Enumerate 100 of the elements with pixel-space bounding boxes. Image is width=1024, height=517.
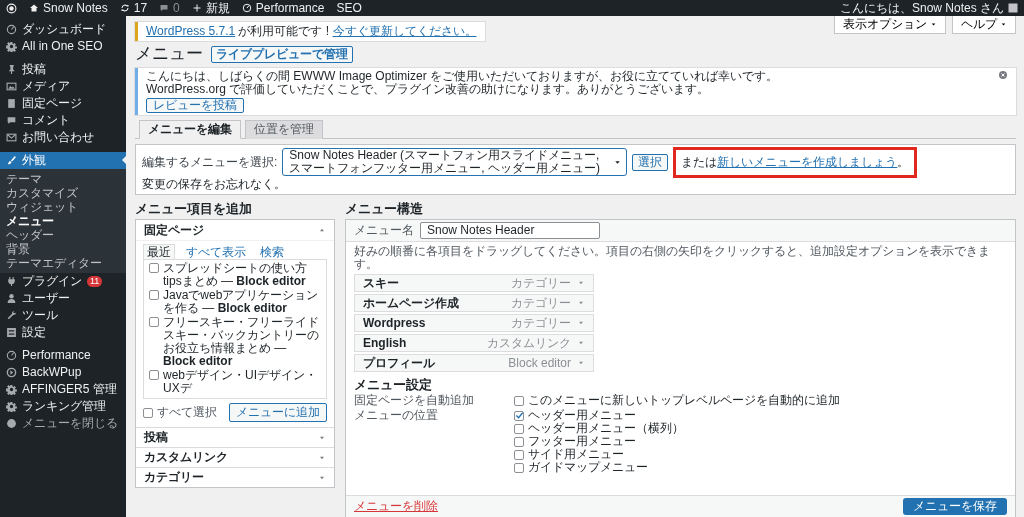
gear-icon — [6, 401, 17, 412]
caret-icon — [930, 21, 937, 28]
site-link[interactable]: Snow Notes — [29, 1, 108, 15]
section-heading: メニュー項目を追加 — [135, 201, 253, 216]
new-link[interactable]: 新規 — [191, 1, 230, 15]
menu-item[interactable]: スキー カテゴリー — [354, 274, 594, 292]
submenu-item[interactable]: テーマエディター — [0, 256, 126, 270]
menu-item[interactable]: ホームページ作成 カテゴリー — [354, 294, 594, 312]
submenu-item[interactable]: メニュー — [0, 214, 126, 228]
checkbox-label: このメニューに新しいトップレベルページを自動的に追加 — [528, 394, 840, 407]
tab[interactable]: 位置を管理 — [245, 120, 323, 139]
sidebar-item[interactable]: ユーザー — [0, 290, 126, 307]
sidebar-item[interactable]: ツール — [0, 307, 126, 324]
menu-item[interactable]: Wordpress カテゴリー — [354, 314, 594, 332]
checkbox[interactable] — [149, 370, 159, 380]
sidebar-item[interactable]: BackWPup — [0, 364, 126, 381]
tab-button[interactable]: ヘルプ — [952, 16, 1016, 34]
sidebar-item[interactable]: プラグイン 11 — [0, 273, 126, 290]
save-menu-button[interactable]: メニューを保存 — [903, 498, 1007, 515]
accordion-header[interactable]: カテゴリー — [136, 467, 334, 487]
sidebar-item[interactable]: 外観 — [0, 152, 126, 169]
section-heading: メニュー設定 — [354, 377, 433, 392]
hint-text: または新しいメニューを作成しましょう。 — [681, 154, 910, 169]
sidebar-item[interactable]: メニューを閉じる — [0, 415, 126, 432]
count-badge: 11 — [87, 276, 103, 287]
caret-icon — [318, 226, 326, 234]
select-button[interactable]: 選択 — [632, 153, 669, 171]
person-icon — [6, 293, 17, 304]
add-to-menu-button[interactable]: メニューに追加 — [229, 403, 327, 422]
comments-link[interactable]: 0 — [159, 1, 180, 15]
accordion-title: カスタムリンク — [144, 451, 228, 464]
close-icon[interactable] — [998, 70, 1008, 80]
menu-item[interactable]: プロフィール Block editor — [354, 354, 594, 372]
checkbox[interactable] — [514, 395, 524, 406]
select-label: 編集するメニューを選択: — [142, 155, 278, 169]
caret-icon — [577, 299, 585, 307]
sidebar-item[interactable]: All in One SEO — [0, 38, 126, 55]
logo-icon — [6, 2, 17, 14]
sidebar-item[interactable]: コメント — [0, 112, 126, 129]
create-menu-link[interactable]: 新しいメニューを作成しましょう — [717, 154, 898, 169]
gauge-icon — [6, 24, 17, 35]
checkbox-label: サイド用メニュー — [528, 448, 624, 461]
checkbox[interactable] — [514, 449, 524, 460]
hint-text: 変更の保存をお忘れなく。 — [142, 178, 286, 191]
version-link[interactable]: WordPress 5.7.1 — [146, 24, 236, 38]
delete-menu-link[interactable]: メニューを削除 — [354, 500, 438, 513]
checkbox[interactable] — [149, 290, 159, 300]
checkbox[interactable] — [514, 462, 524, 473]
sidebar-item[interactable]: メディア — [0, 78, 126, 95]
refresh-icon — [119, 3, 130, 13]
submenu-item[interactable]: テーマ — [0, 172, 126, 186]
sidebar-item[interactable]: AFFINGER5 管理 — [0, 381, 126, 398]
checkbox[interactable] — [149, 263, 159, 273]
tab-button[interactable]: 表示オプション — [834, 16, 946, 34]
submenu-item[interactable]: カスタマイズ — [0, 186, 126, 200]
submenu-item[interactable]: 背景 — [0, 242, 126, 256]
checkbox[interactable] — [514, 423, 524, 434]
checkbox[interactable] — [143, 407, 153, 418]
item-title: スキー — [363, 276, 399, 290]
accordion-header[interactable]: カスタムリンク — [136, 447, 334, 467]
menu-select[interactable]: Snow Notes Header (スマートフォン用スライドメニュー, スマートフォンフッター用メニュー, ヘッダー用メニュー) — [282, 148, 628, 176]
checkbox[interactable] — [514, 410, 524, 421]
settings-icon — [6, 327, 17, 338]
seo-link[interactable]: SEO — [336, 1, 362, 15]
plus-icon — [191, 3, 202, 13]
sidebar-item[interactable]: お問い合わせ — [0, 129, 126, 146]
live-preview-button[interactable]: ライブプレビューで管理 — [211, 45, 353, 63]
submenu-item[interactable]: ウィジェット — [0, 200, 126, 214]
sidebar-item[interactable]: ダッシュボード — [0, 21, 126, 38]
performance-link[interactable]: Performance — [241, 1, 325, 15]
review-button[interactable]: レビューを投稿 — [146, 98, 244, 113]
update-link[interactable]: 今すぐ更新してください。 — [332, 24, 477, 38]
account-link[interactable]: こんにちは、Snow Notes さん — [839, 1, 1018, 15]
setting-label: 固定ページを自動追加 — [354, 394, 475, 407]
updates-link[interactable]: 17 — [119, 1, 148, 15]
tab[interactable]: 最近 — [143, 244, 175, 259]
checkbox-label: ヘッダー用メニュー — [528, 409, 636, 422]
tab[interactable]: 検索 — [257, 245, 287, 259]
gear-icon — [6, 384, 17, 395]
caret-icon — [577, 359, 585, 367]
submenu-item[interactable]: ヘッダー — [0, 228, 126, 242]
accordion-header[interactable]: 固定ページ — [136, 220, 334, 240]
page-option: スプレッドシートの使い方tipsまとめ — Block editor — [163, 262, 321, 288]
page-option: webデザイン・UIデザイン・UXデ — [163, 369, 321, 395]
tab[interactable]: すべて表示 — [183, 245, 249, 259]
sidebar-item[interactable]: 投稿 — [0, 61, 126, 78]
wrench-icon — [6, 310, 17, 321]
menu-name-field[interactable]: Snow Notes Header — [420, 222, 600, 239]
caret-icon — [577, 279, 585, 287]
checkbox[interactable] — [514, 436, 524, 447]
menu-item[interactable]: English カスタムリンク — [354, 334, 594, 352]
tab[interactable]: メニューを編集 — [139, 120, 241, 139]
sidebar-item[interactable]: 固定ページ — [0, 95, 126, 112]
gauge-icon — [241, 3, 252, 13]
accordion-header[interactable]: 投稿 — [136, 427, 334, 447]
checkbox[interactable] — [149, 317, 159, 327]
sidebar-item[interactable]: Performance — [0, 347, 126, 364]
sidebar-item[interactable]: 設定 — [0, 324, 126, 341]
sidebar-item[interactable]: ランキング管理 — [0, 398, 126, 415]
field-label: メニュー名 — [354, 224, 414, 237]
